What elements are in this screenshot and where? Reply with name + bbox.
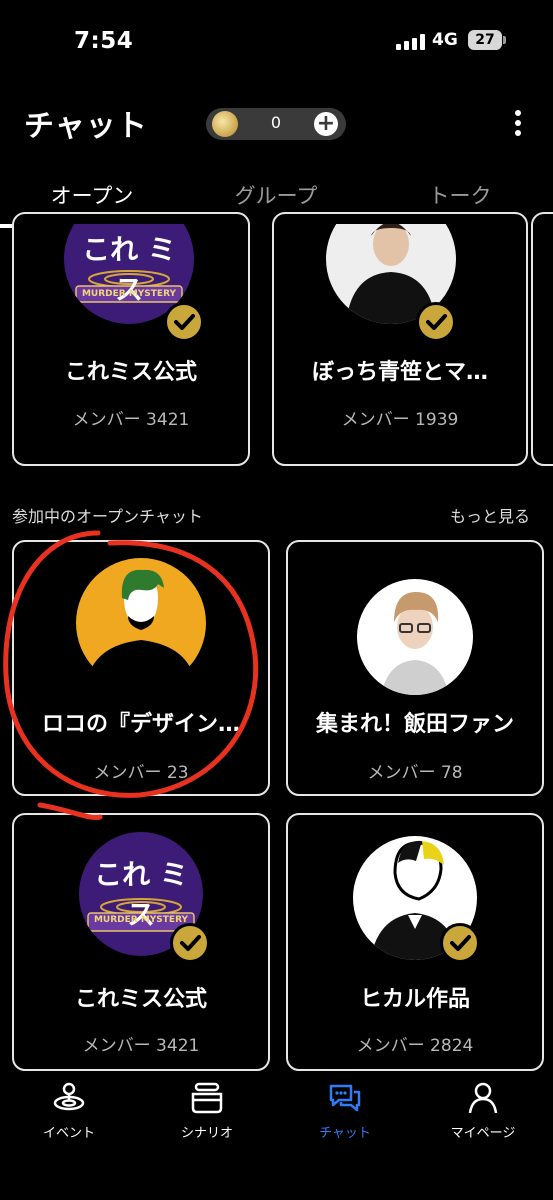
openchat-name: これミス公式 bbox=[64, 360, 197, 385]
openchat-name: 集まれ！飯田ファン bbox=[315, 712, 514, 737]
coin-count: 0 bbox=[270, 113, 282, 132]
nav-scenario[interactable]: シナリオ bbox=[152, 1082, 262, 1141]
see-more-link[interactable]: もっと見る bbox=[450, 503, 530, 527]
member-count: メンバー 3421 bbox=[82, 1036, 200, 1056]
nav-label: チャット bbox=[319, 1126, 371, 1141]
person-photo-avatar bbox=[357, 579, 473, 695]
nav-mypage[interactable]: マイページ bbox=[428, 1082, 538, 1141]
openchat-card[interactable]: これ ミス MURDER MYSTERY これミス公式 メンバー 3421 bbox=[12, 212, 250, 466]
verified-check-icon bbox=[164, 302, 204, 342]
tab-open[interactable]: オープン bbox=[0, 180, 184, 210]
status-time: 7:54 bbox=[74, 28, 134, 54]
member-count: メンバー 2824 bbox=[356, 1036, 474, 1056]
logo-subtext: MURDER MYSTERY bbox=[93, 915, 189, 925]
section-title: 参加中のオープンチャット bbox=[12, 507, 203, 526]
person-icon bbox=[468, 1082, 498, 1114]
openchat-card-partial[interactable] bbox=[531, 212, 553, 466]
nav-label: シナリオ bbox=[180, 1126, 233, 1141]
verified-check-icon bbox=[170, 923, 210, 963]
annotation-circle bbox=[3, 530, 259, 821]
openchat-card[interactable]: ヒカル作品 メンバー 2824 bbox=[286, 813, 544, 1071]
nav-label: マイページ bbox=[450, 1126, 516, 1141]
event-icon bbox=[53, 1082, 85, 1111]
battery-icon: 27 bbox=[468, 30, 502, 50]
cell-signal-icon bbox=[396, 34, 426, 50]
verified-check-icon bbox=[416, 302, 456, 342]
member-count: メンバー 78 bbox=[367, 763, 463, 783]
openchat-card[interactable]: 集まれ！飯田ファン メンバー 78 bbox=[286, 540, 544, 796]
nav-chat[interactable]: チャット bbox=[290, 1082, 400, 1141]
logo-subtext: MURDER MYSTERY bbox=[81, 289, 177, 299]
nav-label: イベント bbox=[42, 1126, 95, 1141]
coin-icon bbox=[212, 111, 238, 137]
tab-group[interactable]: グループ bbox=[184, 180, 368, 210]
network-type: 4G bbox=[432, 30, 458, 50]
openchat-name: ぼっち青笹とマ… bbox=[311, 360, 488, 385]
chat-icon bbox=[329, 1084, 361, 1112]
scenario-icon bbox=[191, 1082, 223, 1114]
openchat-card[interactable]: ぼっち青笹とマ… メンバー 1939 bbox=[272, 212, 528, 466]
verified-check-icon bbox=[440, 923, 480, 963]
battery-tip bbox=[503, 36, 506, 44]
openchat-card[interactable]: これ ミス MURDER MYSTERY これミス公式 メンバー 3421 bbox=[12, 813, 270, 1071]
nav-event[interactable]: イベント bbox=[14, 1082, 124, 1141]
add-coin-button[interactable]: + bbox=[314, 112, 338, 136]
openchat-name: ヒカル作品 bbox=[359, 987, 470, 1012]
member-count: メンバー 3421 bbox=[72, 410, 190, 430]
openchat-name: これミス公式 bbox=[74, 987, 207, 1012]
page-title: チャット bbox=[24, 109, 148, 144]
member-count: メンバー 1939 bbox=[341, 410, 459, 430]
more-menu-icon[interactable] bbox=[508, 108, 528, 138]
tab-talk[interactable]: トーク bbox=[368, 180, 552, 210]
